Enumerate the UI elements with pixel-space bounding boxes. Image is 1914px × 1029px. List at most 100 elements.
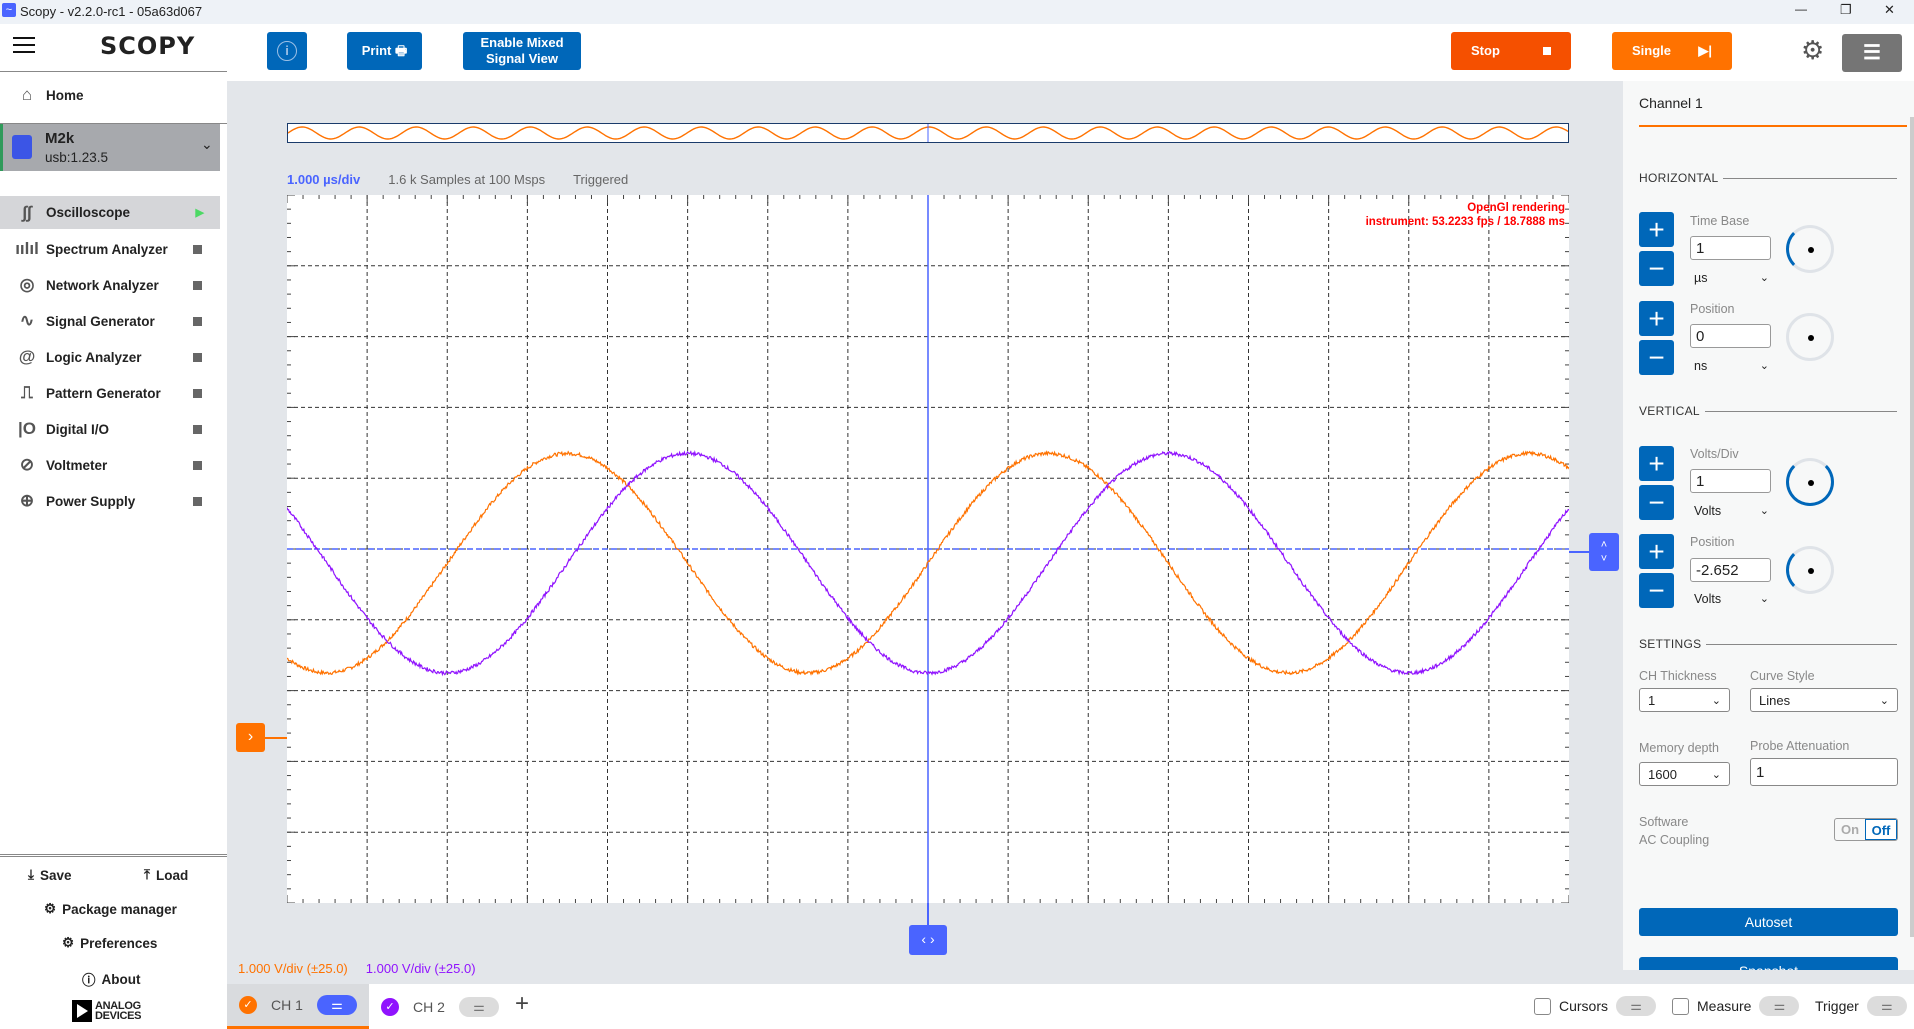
stopped-icon[interactable] xyxy=(193,496,202,506)
ch1-level-handle[interactable]: › xyxy=(236,723,265,752)
probe-attenuation-label: Probe Attenuation xyxy=(1750,739,1850,753)
h-position-unit-select[interactable]: ns ⌄ xyxy=(1694,359,1769,373)
add-channel-button[interactable]: + xyxy=(515,990,529,1018)
ac-coupling-toggle[interactable]: On Off xyxy=(1834,818,1898,841)
time-base-knob[interactable] xyxy=(1786,225,1834,273)
toolbar: i Print 🖶 Enable Mixed Signal View Stop … xyxy=(227,24,1914,81)
load-button[interactable]: ⤒ Load xyxy=(144,867,188,883)
h-position-knob[interactable] xyxy=(1786,313,1834,361)
h-position-label: Position xyxy=(1690,302,1735,316)
horizontal-section: HORIZONTAL xyxy=(1639,171,1897,185)
curve-style-select[interactable]: Lines ⌄ xyxy=(1750,688,1898,712)
stopped-icon[interactable] xyxy=(193,316,202,326)
tab-ch2[interactable]: ✓ CH 2 ⚌ xyxy=(381,984,499,1029)
volts-div-minus-button[interactable]: − xyxy=(1639,485,1674,520)
sidebar-item-oscilloscope[interactable]: ∫∫ Oscilloscope ▶ xyxy=(0,196,220,229)
stopped-icon[interactable] xyxy=(193,424,202,434)
package-manager-button[interactable]: ⚙ Package manager xyxy=(44,901,177,917)
stopped-icon[interactable] xyxy=(193,352,202,362)
sidebar-item-voltmeter[interactable]: ⊘ Voltmeter xyxy=(0,448,220,482)
enable-mixed-signal-button[interactable]: Enable Mixed Signal View xyxy=(463,32,581,70)
ch2-settings-button[interactable]: ⚌ xyxy=(458,996,499,1017)
stop-button[interactable]: Stop xyxy=(1451,32,1571,70)
restore-button[interactable]: ❐ xyxy=(1840,2,1852,18)
close-button[interactable]: ✕ xyxy=(1884,2,1895,18)
cursors-settings-button[interactable]: ⚌ xyxy=(1616,996,1657,1016)
stopped-icon[interactable] xyxy=(193,388,202,398)
overview-strip[interactable] xyxy=(287,123,1569,143)
ch-thickness-select[interactable]: 1 ⌄ xyxy=(1639,688,1730,712)
vertical-offset-handle[interactable]: ˄ ˅ xyxy=(1589,533,1619,571)
render-stats: OpenGl rendering instrument: 53.2233 fps… xyxy=(1366,201,1565,229)
device-name: M2k xyxy=(45,130,75,147)
v-position-unit-select[interactable]: Volts ⌄ xyxy=(1694,592,1769,606)
chevron-down-icon[interactable]: ⌄ xyxy=(201,136,213,153)
save-button[interactable]: ⤓ Save xyxy=(28,867,72,883)
toggle-panel-button[interactable]: ☰ xyxy=(1842,34,1902,72)
stop-icon xyxy=(1543,47,1551,55)
sidebar-item-network-analyzer[interactable]: ◎ Network Analyzer xyxy=(0,268,220,302)
ac-coupling-on[interactable]: On xyxy=(1835,819,1865,840)
panel-scrollbar[interactable] xyxy=(1910,117,1914,937)
probe-attenuation-input[interactable]: 1 xyxy=(1750,758,1898,786)
settings-gear-icon[interactable]: ⚙ xyxy=(1801,35,1824,66)
device-uri: usb:1.23.5 xyxy=(45,150,109,165)
time-base-label: Time Base xyxy=(1690,214,1750,228)
sidebar-item-pattern-generator[interactable]: ⎍ Pattern Generator xyxy=(0,376,220,410)
sidebar-item-spectrum-analyzer[interactable]: ıılıl Spectrum Analyzer xyxy=(0,232,220,266)
sidebar-item-signal-generator[interactable]: ∿ Signal Generator xyxy=(0,304,220,338)
volts-div-unit-select[interactable]: Volts ⌄ xyxy=(1694,504,1769,518)
v-position-knob[interactable] xyxy=(1786,546,1834,594)
time-base-plus-button[interactable]: + xyxy=(1639,212,1674,247)
sidebar: SCOPY ⌂ Home M2k usb:1.23.5 ⌄ ∫∫ Oscillosc… xyxy=(0,24,227,1029)
volts-div-knob[interactable] xyxy=(1786,458,1834,506)
stopped-icon[interactable] xyxy=(193,460,202,470)
sidebar-item-power-supply[interactable]: ⊕ Power Supply xyxy=(0,484,220,518)
ch2-check-icon[interactable]: ✓ xyxy=(381,997,399,1016)
snapshot-button[interactable]: Snapshot xyxy=(1639,957,1898,970)
v-position-input[interactable]: -2.652 xyxy=(1690,558,1771,582)
running-play-icon: ▶ xyxy=(195,207,204,219)
time-position-handle[interactable]: ‹ › xyxy=(909,925,947,955)
ch1-settings-button[interactable]: ⚌ xyxy=(316,995,357,1015)
tool-label: Network Analyzer xyxy=(46,277,159,293)
measure-checkbox[interactable] xyxy=(1672,997,1689,1015)
plot-canvas[interactable]: OpenGl rendering instrument: 53.2233 fps… xyxy=(287,195,1569,903)
info-button[interactable]: i xyxy=(267,32,307,70)
memory-depth-select[interactable]: 1600 ⌄ xyxy=(1639,762,1730,786)
time-base-input[interactable]: 1 xyxy=(1690,236,1771,260)
settings-section: SETTINGS xyxy=(1639,637,1897,651)
sidebar-item-logic-analyzer[interactable]: @ Logic Analyzer xyxy=(0,340,220,374)
hamburger-menu-icon[interactable] xyxy=(13,37,35,53)
h-position-minus-button[interactable]: − xyxy=(1639,340,1674,375)
about-button[interactable]: ⓘ About xyxy=(82,969,140,989)
time-base-minus-button[interactable]: − xyxy=(1639,251,1674,286)
stopped-icon[interactable] xyxy=(193,280,202,290)
volts-div-plus-button[interactable]: + xyxy=(1639,446,1674,481)
single-button[interactable]: Single ▶| xyxy=(1612,32,1732,70)
device-m2k[interactable]: M2k usb:1.23.5 ⌄ xyxy=(0,124,220,171)
sidebar-item-home[interactable]: ⌂ Home xyxy=(0,78,220,112)
tool-label: Voltmeter xyxy=(46,457,108,473)
time-base-unit-select[interactable]: µs ⌄ xyxy=(1694,271,1769,285)
stop-label: Stop xyxy=(1471,43,1500,58)
h-position-input[interactable]: 0 xyxy=(1690,324,1771,348)
v-position-plus-button[interactable]: + xyxy=(1639,534,1674,569)
preferences-button[interactable]: ⚙ Preferences xyxy=(62,935,157,951)
trigger-settings-button[interactable]: ⚌ xyxy=(1866,996,1907,1016)
chevron-down-icon: ⌄ xyxy=(1711,768,1721,781)
ac-coupling-off[interactable]: Off xyxy=(1865,819,1897,840)
tool-label: Logic Analyzer xyxy=(46,349,142,365)
autoset-button[interactable]: Autoset xyxy=(1639,908,1898,936)
cursors-checkbox[interactable] xyxy=(1534,997,1551,1015)
measure-settings-button[interactable]: ⚌ xyxy=(1759,996,1800,1016)
ch1-check-icon[interactable]: ✓ xyxy=(239,996,257,1014)
volts-div-input[interactable]: 1 xyxy=(1690,469,1771,493)
minimize-button[interactable]: — xyxy=(1795,2,1807,16)
sidebar-item-digital-i-o[interactable]: |O Digital I/O xyxy=(0,412,220,446)
stopped-icon[interactable] xyxy=(193,244,202,254)
v-position-minus-button[interactable]: − xyxy=(1639,573,1674,608)
print-button[interactable]: Print 🖶 xyxy=(347,32,422,70)
h-position-plus-button[interactable]: + xyxy=(1639,301,1674,336)
tab-ch1[interactable]: ✓ CH 1 ⚌ xyxy=(227,984,369,1029)
